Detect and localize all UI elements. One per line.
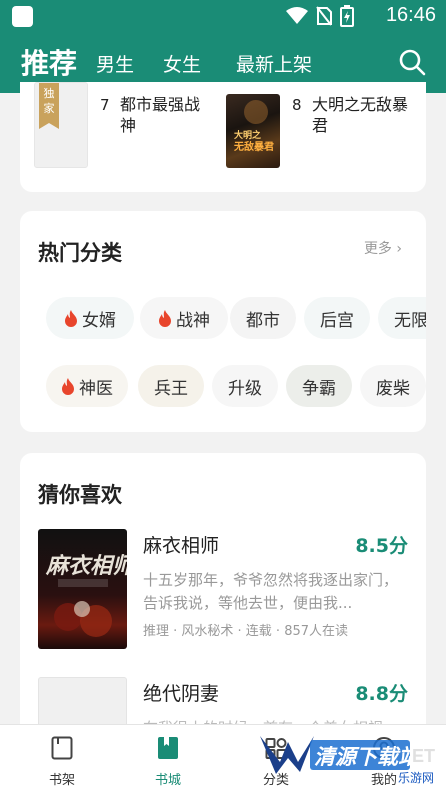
search-icon[interactable] bbox=[398, 48, 426, 76]
nav-bookshelf[interactable]: 书架 bbox=[22, 725, 102, 792]
nav-label: 书架 bbox=[48, 773, 75, 788]
watermark-subtitle: 乐游网 bbox=[398, 771, 434, 785]
tab-male[interactable]: 男生 bbox=[96, 50, 134, 77]
clock: 16:46 bbox=[385, 4, 436, 26]
book-cover: 麻衣相师 bbox=[38, 529, 127, 649]
category-chip[interactable]: 废柴 bbox=[360, 365, 426, 407]
no-sim-icon bbox=[316, 6, 332, 26]
status-icons bbox=[286, 5, 354, 27]
tab-female[interactable]: 女生 bbox=[163, 50, 201, 77]
app-notification-icon bbox=[12, 6, 33, 27]
bookstore-icon bbox=[158, 737, 178, 759]
category-chip[interactable]: 无限 bbox=[378, 297, 426, 339]
category-chip[interactable]: 后宫 bbox=[304, 297, 370, 339]
category-chip[interactable]: 升级 bbox=[212, 365, 278, 407]
svg-text:大明之: 大明之 bbox=[234, 129, 261, 141]
more-link[interactable]: 更多 › bbox=[364, 238, 402, 258]
rank-number: 8 bbox=[292, 96, 302, 114]
category-chip[interactable]: 兵王 bbox=[138, 365, 204, 407]
fire-icon bbox=[65, 309, 77, 327]
book-cover[interactable]: 独家 bbox=[34, 82, 88, 168]
category-label: 女婿 bbox=[82, 310, 116, 331]
section-title: 热门分类 bbox=[38, 241, 122, 265]
svg-text:麻衣相师: 麻衣相师 bbox=[45, 553, 127, 579]
category-label: 兵王 bbox=[154, 378, 188, 399]
section-title: 猜你喜欢 bbox=[38, 483, 122, 507]
cover-art: 麻衣相师 bbox=[45, 553, 127, 637]
category-chip[interactable]: 女婿 bbox=[46, 297, 134, 339]
more-label: 更多 bbox=[363, 241, 392, 257]
category-label: 神医 bbox=[79, 378, 113, 399]
book-list-item[interactable]: 麻衣相师 麻衣相师 8.5分 十五岁那年，爷爷忽然将我逐出家门，告诉我说，等他去… bbox=[38, 529, 408, 649]
top-header: 16:46 推荐 男生 女生 最新上架 bbox=[0, 0, 446, 93]
watermark-logo: 清源下载站 ET 乐游网 bbox=[258, 732, 446, 788]
nav-bookstore[interactable]: 书城 bbox=[128, 725, 208, 792]
category-chip[interactable]: 争霸 bbox=[286, 365, 352, 407]
book-description: 十五岁那年，爷爷忽然将我逐出家门，告诉我说，等他去世，便由我... bbox=[143, 571, 399, 612]
exclusive-badge: 独家 bbox=[39, 83, 59, 129]
ranking-card: 独家 7 都市最强战神 大明之 无敌暴君 8 大明之无敌暴君 bbox=[20, 82, 426, 192]
nav-label: 书城 bbox=[154, 773, 181, 788]
book-meta: 推理 · 风水秘术 · 连载 · 857人在读 bbox=[143, 624, 349, 639]
hot-categories-card: 热门分类 更多 › 女婿 战神 都市 后宫 无限 神医 兵王 升级 争霸 废柴 bbox=[20, 211, 426, 432]
bookshelf-icon bbox=[51, 736, 73, 760]
top-nav: 推荐 男生 女生 最新上架 bbox=[0, 40, 446, 84]
watermark-art: 清源下载站 ET 乐游网 bbox=[260, 736, 435, 785]
category-label: 争霸 bbox=[302, 378, 336, 399]
category-label: 废柴 bbox=[376, 378, 410, 399]
category-chip[interactable]: 神医 bbox=[46, 365, 128, 407]
category-chip[interactable]: 战神 bbox=[140, 297, 228, 339]
category-label: 战神 bbox=[176, 310, 210, 331]
fire-icon bbox=[159, 309, 171, 327]
svg-text:无敌暴君: 无敌暴君 bbox=[233, 140, 274, 153]
rank-number: 7 bbox=[100, 96, 110, 114]
wifi-icon bbox=[286, 7, 308, 24]
fire-icon bbox=[62, 377, 74, 395]
category-chip[interactable]: 都市 bbox=[230, 297, 296, 339]
tab-recommend[interactable]: 推荐 bbox=[21, 42, 77, 82]
svg-text:ET: ET bbox=[412, 746, 435, 766]
category-label: 都市 bbox=[246, 310, 280, 331]
rank-book-title[interactable]: 都市最强战神 bbox=[120, 94, 210, 136]
book-title: 麻衣相师 bbox=[143, 535, 220, 557]
tab-new-arrivals[interactable]: 最新上架 bbox=[236, 50, 312, 77]
book-score: 8.8分 bbox=[355, 683, 408, 705]
rank-book-title[interactable]: 大明之无敌暴君 bbox=[312, 94, 412, 136]
category-label: 无限 bbox=[394, 310, 426, 331]
cover-art: 大明之无敌暴君 bbox=[233, 100, 274, 153]
watermark-title: 清源下载站 bbox=[314, 745, 422, 769]
book-title: 绝代阴妻 bbox=[143, 683, 220, 705]
recommend-card: 猜你喜欢 麻衣相师 麻衣相师 8.5分 十五岁那年，爷爷忽然将我逐出家门，告诉我… bbox=[20, 453, 426, 792]
book-score: 8.5分 bbox=[355, 535, 408, 557]
chevron-right-icon: › bbox=[396, 241, 402, 257]
category-label: 升级 bbox=[228, 378, 262, 399]
book-cover[interactable]: 大明之 无敌暴君 bbox=[226, 94, 280, 168]
battery-charging-icon bbox=[340, 5, 354, 27]
status-bar: 16:46 bbox=[0, 0, 446, 32]
category-label: 后宫 bbox=[320, 310, 354, 331]
